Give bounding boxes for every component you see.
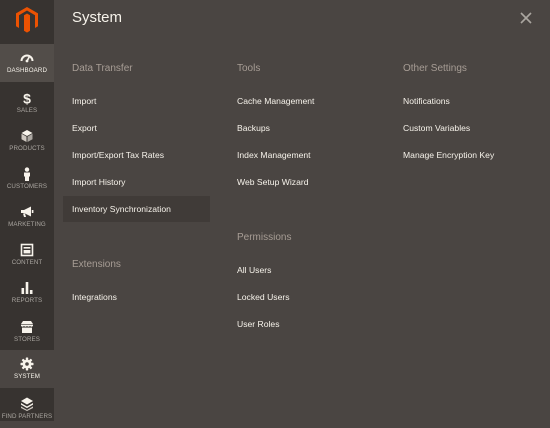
bar-chart-icon xyxy=(21,282,33,295)
sidebar-item-label: CONTENT xyxy=(11,259,43,267)
close-icon xyxy=(520,12,532,24)
sidebar-item-label: DASHBOARD xyxy=(6,67,48,75)
sidebar-item-dashboard[interactable]: DASHBOARD xyxy=(0,44,54,82)
sidebar-item-customers[interactable]: CUSTOMERS xyxy=(0,160,54,198)
dashboard-icon xyxy=(20,54,34,63)
link-export[interactable]: Export xyxy=(72,123,97,133)
section-heading-permissions: Permissions xyxy=(237,232,292,243)
link-notifications[interactable]: Notifications xyxy=(403,96,450,106)
store-icon xyxy=(21,321,33,334)
link-locked-users[interactable]: Locked Users xyxy=(237,292,290,302)
link-custom-variables[interactable]: Custom Variables xyxy=(403,123,470,133)
sidebar-item-label: STORES xyxy=(14,336,40,344)
partners-icon xyxy=(21,397,33,412)
link-web-setup-wizard[interactable]: Web Setup Wizard xyxy=(237,177,309,187)
megaphone-icon xyxy=(21,206,34,218)
cube-icon xyxy=(21,130,33,143)
close-button[interactable] xyxy=(518,10,534,26)
sidebar-item-marketing[interactable]: MARKETING xyxy=(0,198,54,236)
person-icon xyxy=(24,167,30,182)
link-index-management[interactable]: Index Management xyxy=(237,150,311,160)
link-manage-encryption-key[interactable]: Manage Encryption Key xyxy=(403,150,494,160)
section-heading-data-transfer: Data Transfer xyxy=(72,63,133,74)
magento-logo-icon xyxy=(16,7,38,33)
page-title: System xyxy=(72,9,123,26)
sidebar-item-label: REPORTS xyxy=(11,297,43,305)
content-icon xyxy=(20,244,34,257)
sidebar-item-reports[interactable]: REPORTS xyxy=(0,274,54,312)
sidebar-item-label: FIND PARTNERS xyxy=(1,413,53,421)
link-import-export-tax-rates[interactable]: Import/Export Tax Rates xyxy=(72,150,164,160)
sidebar-item-system[interactable]: SYSTEM xyxy=(0,350,54,388)
sidebar-item-stores[interactable]: STORES xyxy=(0,313,54,351)
svg-text:$: $ xyxy=(23,91,31,105)
section-heading-extensions: Extensions xyxy=(72,259,121,270)
sidebar-item-products[interactable]: PRODUCTS xyxy=(0,122,54,160)
link-all-users[interactable]: All Users xyxy=(237,265,271,275)
link-import-history[interactable]: Import History xyxy=(72,177,125,187)
sidebar-item-label: CUSTOMERS xyxy=(6,183,48,191)
sidebar-item-label: MARKETING xyxy=(8,221,46,229)
admin-sidebar: DASHBOARD $ SALES PRODUCTS CUSTOMERS MAR… xyxy=(0,0,54,421)
section-heading-tools: Tools xyxy=(237,63,261,74)
dollar-icon: $ xyxy=(23,91,31,105)
sidebar-item-label: SALES xyxy=(16,107,38,115)
link-cache-management[interactable]: Cache Management xyxy=(237,96,314,106)
magento-logo[interactable] xyxy=(0,0,54,40)
sidebar-item-sales[interactable]: $ SALES xyxy=(0,84,54,122)
link-import[interactable]: Import xyxy=(72,96,96,106)
link-integrations[interactable]: Integrations xyxy=(72,292,117,302)
link-inventory-synchronization[interactable]: Inventory Synchronization xyxy=(72,204,171,214)
sidebar-item-content[interactable]: CONTENT xyxy=(0,236,54,274)
sidebar-item-label: SYSTEM xyxy=(13,373,41,381)
section-heading-other-settings: Other Settings xyxy=(403,63,467,74)
sidebar-item-find-partners[interactable]: FIND PARTNERS xyxy=(0,390,54,428)
sidebar-item-label: PRODUCTS xyxy=(9,145,45,153)
link-user-roles[interactable]: User Roles xyxy=(237,319,280,329)
link-backups[interactable]: Backups xyxy=(237,123,270,133)
gear-icon xyxy=(20,357,34,371)
